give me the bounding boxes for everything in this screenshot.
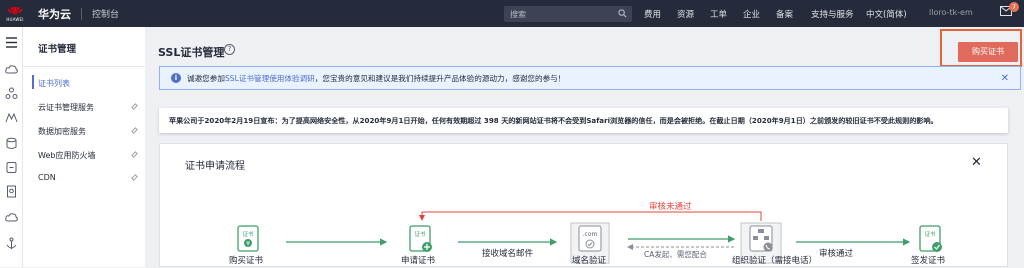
cert-process-panel: 证书申请流程 ✕ 证书 ¥ 证书 .com 证书 审核未通过 接收域名邮件 CA… [159,143,1008,267]
info-icon: i [171,73,181,83]
announcement-banner: 苹果公司于2020年2月19日宣布：为了提高网络安全性，从2020年9月1日开始… [159,108,1008,133]
step-label-org: 组织验证（需接电话） [732,256,818,266]
sidebar: 证书管理 证书列表 云证书管理服务 数据加密服务 Web应用防火墙 CDN [23,27,145,267]
external-link-icon [131,151,138,158]
console-link[interactable]: 控制台 [92,7,119,20]
external-link-icon [131,127,138,134]
sidebar-item-cdn[interactable]: CDN [38,173,56,182]
apply-certificate-icon: 证书 [409,225,432,252]
icon-text: 证书 [414,230,426,238]
search-icon[interactable] [618,9,627,18]
help-icon[interactable]: ? [224,44,235,55]
anchor-icon[interactable] [5,237,18,250]
sidebar-item-cert-list[interactable]: 证书列表 [38,78,70,89]
sidebar-item-waf[interactable]: Web应用防火墙 [38,150,95,161]
survey-notice: i 诚邀您参加 SSL证书管理使用体验调研 ，您宝贵的意见和建议是我们持续提升产… [159,66,1021,90]
step-label-buy: 购买证书 [229,256,264,266]
step-label-issue: 签发证书 [911,256,946,266]
active-indicator [32,75,34,89]
edge-label-receive-email: 接收域名邮件 [482,249,534,259]
nav-enterprise[interactable]: 企业 [743,8,760,20]
buy-button-highlight: 购买证书 [940,29,1022,67]
document-icon[interactable] [5,185,18,198]
notice-suffix: ，您宝贵的意见和建议是我们持续提升产品体验的源动力，感谢您的参与！ [314,73,566,83]
nav-language[interactable]: 中文(简体) [866,8,907,20]
nav-billing[interactable]: 费用 [644,8,661,20]
box-icon[interactable] [5,161,18,174]
nav-support[interactable]: 支持与服务 [811,8,854,20]
service-icon-bar [0,27,23,267]
search-placeholder: 搜索 [510,10,526,19]
edge-label-approved: 审核通过 [819,249,854,259]
cloud-2-icon[interactable] [5,211,18,224]
external-link-icon [131,174,138,181]
top-bar: HUAWEI 华为云 控制台 搜索 费用 资源 工单 企业 备案 支持与服务 中… [0,0,1024,27]
huawei-logo-text: HUAWEI [6,16,24,22]
reject-loop-arrow [419,211,762,221]
nav-tickets[interactable]: 工单 [710,8,727,20]
main-content: SSL证书管理 ? 购买证书 i 诚邀您参加 SSL证书管理使用体验调研 ，您宝… [145,27,1024,267]
menu-icon[interactable] [5,36,18,49]
cluster-icon[interactable] [5,87,18,100]
external-link-icon [131,103,138,110]
buy-certificate-button[interactable]: 购买证书 [958,42,1018,62]
reject-label: 审核未通过 [649,202,692,212]
cloud-icon[interactable] [5,63,18,76]
huawei-petal-icon [7,6,23,15]
icon-text: 证书 [242,230,254,238]
edge-label-ca: CA发起、需您配合 [642,249,709,260]
survey-link[interactable]: SSL证书管理使用体验调研 [225,73,315,84]
icon-text: 证书 [924,230,936,238]
user-name[interactable]: lloro-tk-em [929,8,973,17]
mail-badge: 7 [1009,2,1019,12]
svg-text:¥: ¥ [246,241,250,248]
flow-diagram: 证书 ¥ 证书 .com 证书 [237,211,942,264]
database-icon[interactable] [5,137,18,150]
icon-text: .com [583,231,598,238]
nav-resources[interactable]: 资源 [677,8,694,20]
brand-name[interactable]: 华为云 [38,6,71,22]
sidebar-item-dew[interactable]: 数据加密服务 [38,126,86,137]
sidebar-title: 证书管理 [38,44,77,55]
certificate-icon: 证书 ¥ [237,225,259,252]
step-label-domain: 域名验证 [572,256,607,266]
announcement-text: 苹果公司于2020年2月19日宣布：为了提高网络安全性，从2020年9月1日开始… [169,116,938,125]
sidebar-item-ccm[interactable]: 云证书管理服务 [38,102,94,113]
close-icon[interactable]: ✕ [1001,73,1009,84]
page-title: SSL证书管理 [158,46,225,59]
mail-button[interactable]: 7 [1000,2,1019,19]
issued-certificate-icon: 证书 [919,225,942,252]
step-label-apply: 申请证书 [401,256,436,266]
divider [81,7,82,20]
sidebar-divider [23,66,145,67]
huawei-logo[interactable]: HUAWEI [0,0,30,27]
search-input[interactable]: 搜索 [504,6,632,22]
mountain-icon[interactable] [5,111,18,124]
nav-icp[interactable]: 备案 [776,8,793,20]
notice-prefix: 诚邀您参加 [187,73,225,83]
